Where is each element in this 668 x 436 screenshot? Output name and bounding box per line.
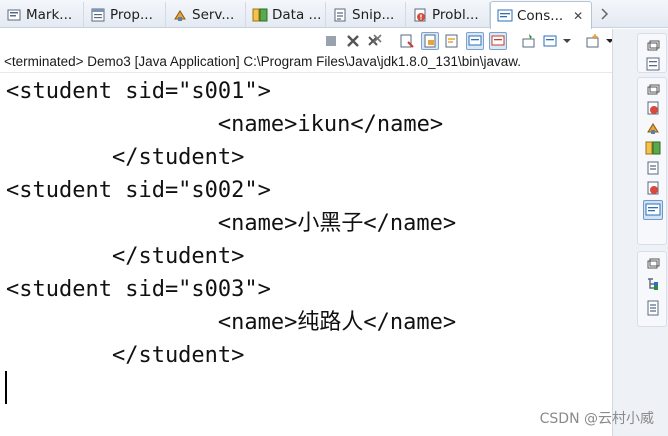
console-line: <student sid="s003"> — [6, 277, 271, 302]
trim-group-views — [637, 77, 667, 245]
tab-overflow-chevron-icon[interactable] — [600, 6, 610, 22]
console-line: <name>纯路人</name> — [6, 310, 457, 335]
view-tab-bar: Mark... Prop... Serv... Data ... Snip...… — [0, 0, 668, 29]
restore-icon[interactable] — [645, 38, 661, 54]
snippets-icon — [332, 7, 348, 23]
trim-group-minimized — [637, 33, 667, 73]
chevron-down-icon[interactable] — [560, 32, 574, 50]
problems-icon[interactable] — [645, 100, 661, 116]
snippets-icon[interactable] — [645, 160, 661, 176]
remove-launch-icon[interactable] — [344, 32, 362, 50]
tab-problems[interactable]: Probl... — [406, 2, 490, 27]
close-icon[interactable]: ✕ — [573, 9, 583, 23]
tab-servers[interactable]: Serv... — [166, 2, 246, 27]
problems-icon — [412, 7, 428, 23]
console-line: <student sid="s001"> — [6, 79, 271, 104]
console-line: </student> — [6, 145, 245, 170]
console-line: </student> — [6, 343, 245, 368]
console-toolbar — [0, 29, 640, 53]
type-hierarchy-icon[interactable] — [645, 56, 661, 72]
console-output[interactable]: <student sid="s001"> <name>ikun</name> <… — [0, 72, 612, 436]
clear-console-icon[interactable] — [398, 32, 416, 50]
console-line: </student> — [6, 244, 245, 269]
pin-console-icon[interactable] — [520, 32, 538, 50]
word-wrap-icon[interactable] — [443, 32, 461, 50]
tab-markers[interactable]: Mark... — [0, 2, 84, 27]
open-console-icon[interactable] — [584, 32, 602, 50]
tab-label: Data ... — [272, 6, 321, 23]
problems-icon[interactable] — [645, 180, 661, 196]
console-line: <name>ikun</name> — [6, 112, 444, 137]
task-list-icon[interactable] — [645, 300, 661, 316]
servers-icon[interactable] — [645, 120, 661, 136]
tab-data-source-explorer[interactable]: Data ... — [246, 2, 326, 27]
tab-label: Probl... — [432, 6, 479, 23]
tab-label: Serv... — [192, 6, 235, 23]
tab-label: Cons... — [517, 7, 564, 24]
restore-icon[interactable] — [645, 256, 661, 272]
show-on-output-icon[interactable] — [466, 32, 484, 50]
console-icon — [497, 8, 513, 24]
watermark: CSDN @云村小威 — [539, 411, 654, 427]
properties-icon — [90, 7, 106, 23]
tab-properties[interactable]: Prop... — [84, 2, 166, 27]
tab-console[interactable]: Cons... ✕ — [490, 1, 592, 29]
console-line: <name>小黑子</name> — [6, 211, 457, 236]
restore-icon[interactable] — [645, 82, 661, 98]
data-source-icon[interactable] — [645, 140, 661, 156]
scroll-lock-icon[interactable] — [421, 32, 439, 50]
markers-icon — [6, 7, 22, 23]
remove-all-terminated-icon[interactable] — [366, 32, 384, 50]
trim-group-outline — [637, 251, 667, 327]
tab-label: Snip... — [352, 6, 395, 23]
display-console-icon[interactable] — [541, 32, 559, 50]
console-line: <student sid="s002"> — [6, 178, 271, 203]
terminate-icon[interactable] — [322, 32, 340, 50]
servers-icon — [172, 7, 188, 23]
console-process-status: <terminated> Demo3 [Java Application] C:… — [0, 52, 612, 72]
tab-snippets[interactable]: Snip... — [326, 2, 406, 27]
outline-icon[interactable] — [645, 276, 661, 292]
text-caret — [5, 371, 7, 404]
show-on-error-icon[interactable] — [489, 32, 507, 50]
tab-label: Mark... — [26, 6, 73, 23]
console-icon[interactable] — [643, 200, 663, 220]
tab-label: Prop... — [110, 6, 153, 23]
right-trim-stack — [612, 29, 668, 436]
data-source-icon — [252, 7, 268, 23]
